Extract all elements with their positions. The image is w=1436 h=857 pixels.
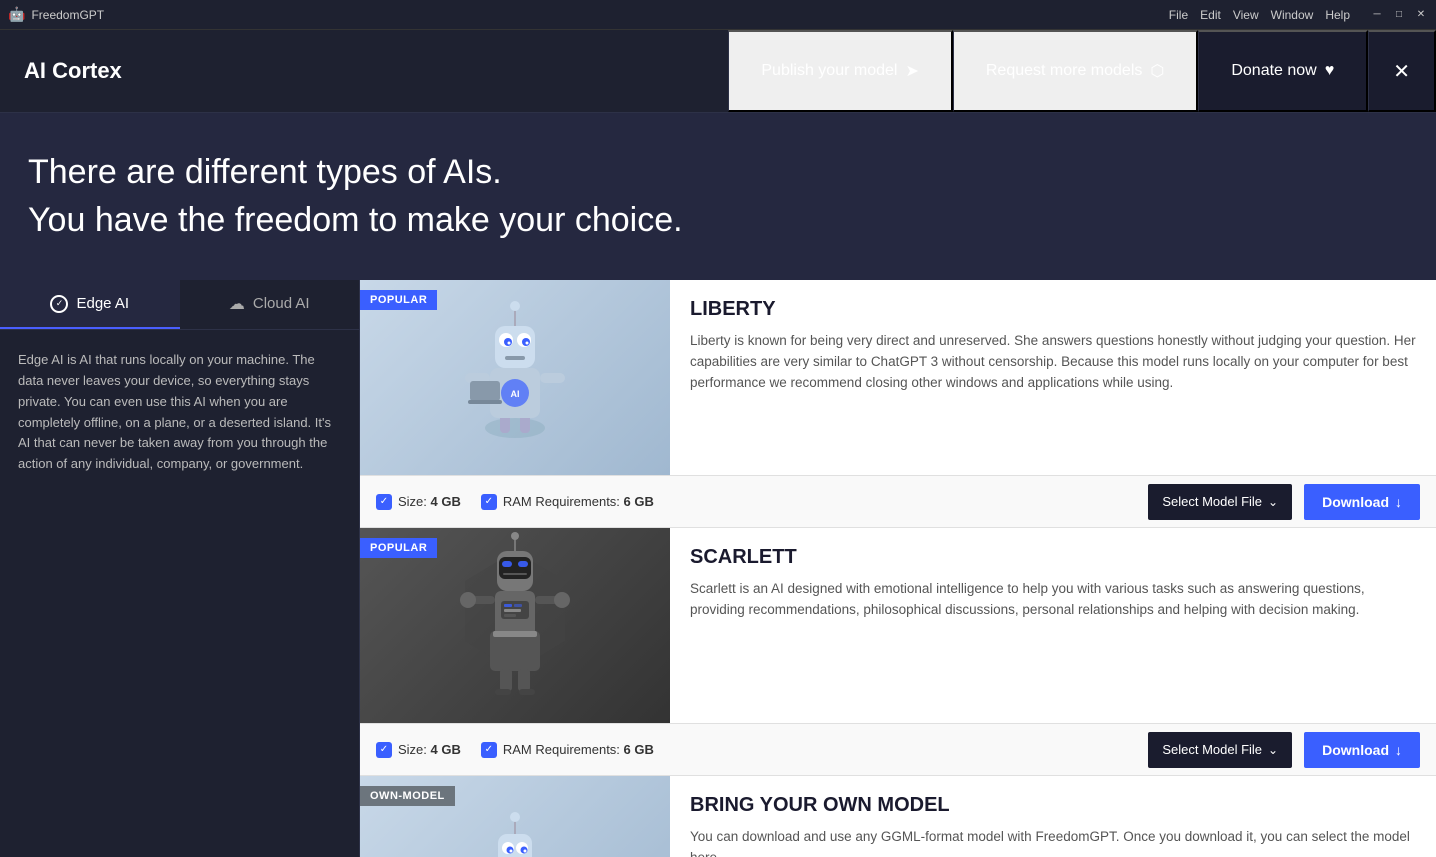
select-model-label-liberty: Select Model File (1162, 494, 1262, 509)
model-desc-scarlett: Scarlett is an AI designed with emotiona… (690, 579, 1416, 711)
model-image-own: OWN-MODEL AI (360, 776, 670, 857)
ram-label-scarlett: RAM Requirements: 6 GB (503, 742, 654, 757)
edge-icon (50, 295, 68, 313)
cloud-icon: ☁ (229, 294, 245, 314)
ram-checkbox-liberty: ✓ (481, 494, 497, 510)
app-title: FreedomGPT (31, 8, 1168, 22)
ram-item-scarlett: ✓ RAM Requirements: 6 GB (481, 742, 654, 758)
close-button[interactable]: ✕ (1414, 8, 1428, 22)
publish-model-label: Publish your model (761, 62, 897, 80)
header-actions: Publish your model ➤ Request more models… (728, 30, 1436, 112)
menu-bar: File Edit View Window Help (1169, 8, 1350, 22)
model-name-scarlett: SCARLETT (690, 546, 1416, 569)
download-button-liberty[interactable]: Download ↓ (1304, 484, 1420, 520)
ram-checkbox-scarlett: ✓ (481, 742, 497, 758)
model-info-scarlett: SCARLETT Scarlett is an AI designed with… (670, 528, 1436, 723)
size-item-scarlett: ✓ Size: 4 GB (376, 742, 461, 758)
size-checkbox-scarlett: ✓ (376, 742, 392, 758)
select-model-label-scarlett: Select Model File (1162, 742, 1262, 757)
sidebar-description: Edge AI is AI that runs locally on your … (0, 330, 359, 495)
hero-heading: There are different types of AIs. You ha… (28, 149, 1408, 244)
select-model-file-scarlett[interactable]: Select Model File ⌄ (1148, 732, 1292, 768)
request-models-label: Request more models (986, 62, 1143, 80)
size-label-liberty: Size: 4 GB (398, 494, 461, 509)
tabs: Edge AI ☁ Cloud AI (0, 280, 359, 330)
model-name-own: BRING YOUR OWN MODEL (690, 794, 1416, 817)
donate-label: Donate now (1231, 62, 1316, 80)
download-button-scarlett[interactable]: Download ↓ (1304, 732, 1420, 768)
size-label-scarlett: Size: 4 GB (398, 742, 461, 757)
model-desc-liberty: Liberty is known for being very direct a… (690, 331, 1416, 463)
select-model-file-liberty[interactable]: Select Model File ⌄ (1148, 484, 1292, 520)
size-checkbox-liberty: ✓ (376, 494, 392, 510)
model-card-liberty: POPULAR AI (360, 280, 1436, 528)
menu-view[interactable]: View (1233, 8, 1259, 22)
model-badge-own: OWN-MODEL (360, 786, 455, 806)
publish-icon: ➤ (905, 61, 918, 81)
content-area: Edge AI ☁ Cloud AI Edge AI is AI that ru… (0, 280, 1436, 857)
model-name-liberty: LIBERTY (690, 298, 1416, 321)
model-meta-scarlett: ✓ Size: 4 GB ✓ RAM Requirements: 6 GB (376, 742, 1136, 758)
model-info-liberty: LIBERTY Liberty is known for being very … (670, 280, 1436, 475)
own-model-robot-svg: AI (450, 804, 580, 857)
request-icon: ⬡ (1150, 61, 1164, 81)
model-footer-liberty: ✓ Size: 4 GB ✓ RAM Requirements: 6 GB Se… (360, 475, 1436, 527)
close-icon: ✕ (1393, 59, 1410, 84)
hero-line2: You have the freedom to make your choice… (28, 201, 683, 239)
download-icon-scarlett: ↓ (1395, 742, 1402, 758)
model-info-own: BRING YOUR OWN MODEL You can download an… (670, 776, 1436, 857)
window-controls: ─ □ ✕ (1370, 8, 1428, 22)
liberty-robot-svg: AI (435, 288, 595, 468)
header: AI Cortex Publish your model ➤ Request m… (0, 30, 1436, 113)
minimize-button[interactable]: ─ (1370, 8, 1384, 22)
header-close-button[interactable]: ✕ (1368, 30, 1436, 112)
model-image-scarlett: POPULAR (360, 528, 670, 723)
ram-item-liberty: ✓ RAM Requirements: 6 GB (481, 494, 654, 510)
menu-edit[interactable]: Edit (1200, 8, 1221, 22)
download-label-liberty: Download (1322, 494, 1389, 510)
model-card-main-scarlett: POPULAR (360, 528, 1436, 723)
chevron-down-icon-liberty: ⌄ (1268, 495, 1278, 509)
model-badge-scarlett: POPULAR (360, 538, 437, 558)
model-desc-own: You can download and use any GGML-format… (690, 827, 1416, 857)
model-image-liberty: POPULAR AI (360, 280, 670, 475)
model-card-main-liberty: POPULAR AI (360, 280, 1436, 475)
hero-line1: There are different types of AIs. (28, 153, 502, 191)
tab-cloud-label: Cloud AI (253, 295, 310, 312)
model-card-scarlett: POPULAR (360, 528, 1436, 776)
model-card-own: OWN-MODEL AI (360, 776, 1436, 857)
download-label-scarlett: Download (1322, 742, 1389, 758)
hero-section: There are different types of AIs. You ha… (0, 113, 1436, 280)
menu-file[interactable]: File (1169, 8, 1188, 22)
maximize-button[interactable]: □ (1392, 8, 1406, 22)
tab-edge-label: Edge AI (76, 295, 129, 312)
model-meta-liberty: ✓ Size: 4 GB ✓ RAM Requirements: 6 GB (376, 494, 1136, 510)
menu-window[interactable]: Window (1271, 8, 1314, 22)
donate-button[interactable]: Donate now ♥ (1198, 30, 1368, 112)
tab-edge[interactable]: Edge AI (0, 280, 180, 329)
scarlett-robot-svg (435, 531, 595, 721)
download-icon-liberty: ↓ (1395, 494, 1402, 510)
model-badge-liberty: POPULAR (360, 290, 437, 310)
svg-text:AI: AI (511, 389, 520, 399)
model-card-main-own: OWN-MODEL AI (360, 776, 1436, 857)
size-item-liberty: ✓ Size: 4 GB (376, 494, 461, 510)
model-footer-scarlett: ✓ Size: 4 GB ✓ RAM Requirements: 6 GB Se… (360, 723, 1436, 775)
app-icon: 🤖 (8, 6, 25, 23)
heart-icon: ♥ (1325, 62, 1335, 80)
publish-model-button[interactable]: Publish your model ➤ (728, 30, 952, 112)
header-logo: AI Cortex (0, 58, 728, 84)
models-list: POPULAR AI (360, 280, 1436, 857)
sidebar: Edge AI ☁ Cloud AI Edge AI is AI that ru… (0, 280, 360, 857)
titlebar: 🤖 FreedomGPT File Edit View Window Help … (0, 0, 1436, 30)
request-models-button[interactable]: Request more models ⬡ (953, 30, 1198, 112)
ram-label-liberty: RAM Requirements: 6 GB (503, 494, 654, 509)
menu-help[interactable]: Help (1325, 8, 1350, 22)
tab-cloud[interactable]: ☁ Cloud AI (180, 280, 360, 329)
chevron-down-icon-scarlett: ⌄ (1268, 743, 1278, 757)
